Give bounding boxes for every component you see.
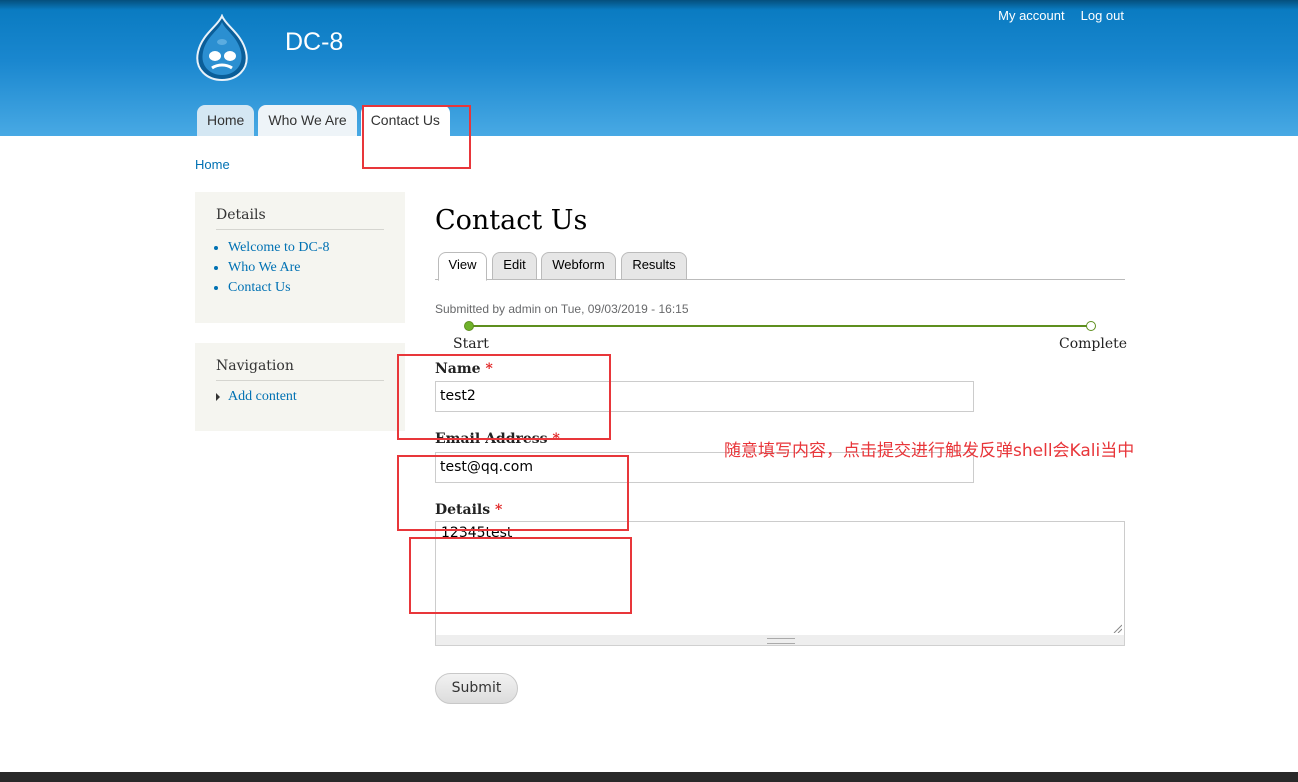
details-item-welcome: Welcome to DC-8 [228,238,384,258]
tab-webform[interactable]: Webform [541,252,616,280]
tab-view[interactable]: View [438,252,487,281]
site-header: DC-8 My account Log out Home Who We Are … [0,0,1298,136]
contact-us-link[interactable]: Contact Us [228,280,291,295]
drupal-logo-icon[interactable] [192,14,252,82]
progress-end-marker [1086,321,1096,331]
annotation-box-email [397,455,629,531]
main-menu-who-we-are[interactable]: Who We Are [258,105,357,136]
main-menu-home[interactable]: Home [197,105,255,136]
details-list: Welcome to DC-8 Who We Are Contact Us [216,238,384,298]
who-we-are-link[interactable]: Who We Are [228,260,300,275]
progress-start-marker [464,321,474,331]
submitted-info: Submitted by admin on Tue, 09/03/2019 - … [435,302,689,316]
triangle-right-icon [216,393,220,401]
add-content-link[interactable]: Add content [228,389,297,405]
site-name[interactable]: DC-8 [285,28,343,57]
my-account-link[interactable]: My account [998,8,1064,23]
sidebar-navigation-block: Navigation Add content [195,343,405,431]
submit-button[interactable]: Submit [435,673,518,704]
secondary-menu: My account Log out [998,8,1124,23]
details-item-contact-us: Contact Us [228,278,384,298]
progress-end-label: Complete [1059,336,1128,352]
textarea-resize-handle[interactable] [435,635,1125,646]
resize-corner-icon[interactable] [1112,623,1122,633]
details-item-who-we-are: Who We Are [228,258,384,278]
page-title: Contact Us [435,205,588,236]
grip-lines-icon [767,638,795,644]
annotation-box-name [397,354,611,440]
annotation-box-contact-tab [362,105,471,169]
annotation-box-details [409,537,632,614]
sidebar-details-block: Details Welcome to DC-8 Who We Are Conta… [195,192,405,323]
tab-edit[interactable]: Edit [492,252,537,280]
log-out-link[interactable]: Log out [1081,8,1124,23]
breadcrumb[interactable]: Home [195,157,230,172]
progress-start-label: Start [453,336,489,352]
details-block-title: Details [216,207,384,230]
local-tabs: View Edit Webform Results [435,252,1125,281]
nav-item-add-content[interactable]: Add content [216,389,384,405]
annotation-text: 随意填写内容，点击提交进行触发反弹shell会Kali当中 [724,441,1135,461]
progress-bar [469,325,1091,327]
welcome-link[interactable]: Welcome to DC-8 [228,240,330,255]
site-footer [0,772,1298,782]
tab-results[interactable]: Results [621,252,687,280]
navigation-block-title: Navigation [216,358,384,381]
